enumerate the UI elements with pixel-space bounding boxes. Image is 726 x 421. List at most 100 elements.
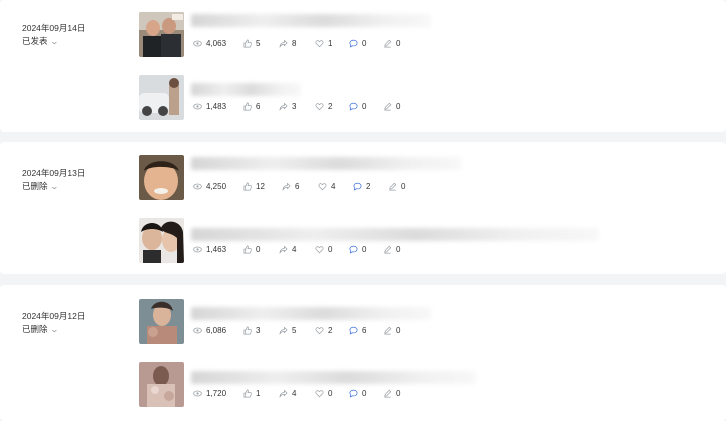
shares-count: 4	[292, 389, 297, 398]
pencil-icon	[384, 102, 392, 111]
shares-stat[interactable]: 3	[279, 102, 315, 111]
favorites-stat[interactable]: 2	[315, 326, 349, 335]
edits-stat[interactable]: 0	[388, 182, 418, 191]
thumbs-up-icon	[243, 245, 252, 254]
shares-count: 8	[292, 39, 297, 48]
post-date: 2024年09月13日	[22, 168, 86, 178]
shares-count: 4	[292, 245, 297, 254]
views-count: 6,086	[206, 326, 227, 335]
likes-stat[interactable]: 12	[243, 182, 282, 191]
post-date: 2024年09月14日	[22, 23, 86, 33]
status-dropdown[interactable]: 已删除 ⌄	[22, 323, 59, 335]
shares-count: 6	[295, 182, 300, 191]
favorites-count: 4	[331, 182, 336, 191]
post-item[interactable]: 1,483 6 3 2 0 0	[139, 75, 719, 121]
edits-count: 0	[401, 182, 406, 191]
favorites-stat[interactable]: 1	[315, 39, 349, 48]
share-icon	[279, 389, 288, 398]
shares-stat[interactable]: 4	[279, 245, 315, 254]
eye-icon	[193, 390, 202, 397]
post-item[interactable]: 1,463 0 4 0 0 0	[139, 218, 719, 264]
post-item[interactable]: 1,720 1 4 0 0 0	[139, 362, 719, 408]
post-item[interactable]: 4,250 12 6 4 2 0	[139, 155, 719, 201]
edits-stat[interactable]: 0	[383, 245, 413, 254]
eye-icon	[193, 103, 202, 110]
favorites-stat[interactable]: 0	[315, 389, 349, 398]
views-count: 4,250	[206, 182, 227, 191]
post-date: 2024年09月12日	[22, 311, 86, 321]
comments-stat[interactable]: 0	[349, 389, 383, 398]
post-title-redacted[interactable]	[191, 228, 599, 241]
thumbs-up-icon	[243, 389, 252, 398]
comments-count: 0	[362, 39, 367, 48]
edits-stat[interactable]: 0	[383, 389, 413, 398]
views-count: 4,063	[206, 39, 227, 48]
views-stat: 1,720	[193, 389, 243, 398]
edits-stat[interactable]: 0	[383, 326, 413, 335]
favorites-stat[interactable]: 0	[315, 245, 349, 254]
post-group: 2024年09月14日 已发表 ⌄ 4,063 5 8 1 0 0 1,483 …	[0, 0, 726, 132]
comments-stat[interactable]: 6	[349, 326, 383, 335]
post-group: 2024年09月13日 已删除 ⌄ 4,250 12 6 4 2 0 1,463…	[0, 142, 726, 274]
pencil-icon	[384, 326, 392, 335]
status-dropdown[interactable]: 已发表 ⌄	[22, 35, 59, 47]
comment-icon	[349, 245, 358, 254]
comments-stat[interactable]: 2	[353, 182, 388, 191]
heart-icon	[315, 327, 324, 335]
status-dropdown[interactable]: 已删除 ⌄	[22, 180, 59, 192]
comments-stat[interactable]: 0	[349, 39, 383, 48]
post-stats: 1,483 6 3 2 0 0	[193, 102, 413, 111]
eye-icon	[193, 246, 202, 253]
favorites-stat[interactable]: 4	[318, 182, 353, 191]
likes-stat[interactable]: 5	[243, 39, 279, 48]
post-thumbnail[interactable]	[139, 75, 184, 120]
post-title-redacted[interactable]	[191, 14, 431, 27]
shares-stat[interactable]: 8	[279, 39, 315, 48]
post-stats: 1,720 1 4 0 0 0	[193, 389, 413, 398]
edits-stat[interactable]: 0	[383, 102, 413, 111]
post-thumbnail[interactable]	[139, 155, 184, 200]
post-title-redacted[interactable]	[191, 371, 476, 384]
comments-count: 0	[362, 389, 367, 398]
post-title-redacted[interactable]	[191, 307, 431, 320]
favorites-stat[interactable]: 2	[315, 102, 349, 111]
post-stats: 6,086 3 5 2 6 0	[193, 326, 413, 335]
shares-stat[interactable]: 4	[279, 389, 315, 398]
edits-count: 0	[396, 245, 401, 254]
views-stat: 4,063	[193, 39, 243, 48]
comments-stat[interactable]: 0	[349, 245, 383, 254]
post-item[interactable]: 6,086 3 5 2 6 0	[139, 299, 719, 345]
likes-count: 0	[256, 245, 261, 254]
post-thumbnail[interactable]	[139, 362, 184, 407]
views-count: 1,463	[206, 245, 227, 254]
shares-stat[interactable]: 6	[282, 182, 318, 191]
views-count: 1,720	[206, 389, 227, 398]
comment-icon	[349, 39, 358, 48]
edits-count: 0	[396, 326, 401, 335]
eye-icon	[193, 40, 202, 47]
edits-stat[interactable]: 0	[383, 39, 413, 48]
shares-count: 3	[292, 102, 297, 111]
post-title-redacted[interactable]	[191, 83, 301, 96]
post-thumbnail[interactable]	[139, 218, 184, 263]
likes-count: 1	[256, 389, 261, 398]
comment-icon	[349, 389, 358, 398]
favorites-count: 0	[328, 245, 333, 254]
shares-stat[interactable]: 5	[279, 326, 315, 335]
post-thumbnail[interactable]	[139, 299, 184, 344]
post-thumbnail[interactable]	[139, 12, 184, 57]
likes-stat[interactable]: 3	[243, 326, 279, 335]
likes-stat[interactable]: 6	[243, 102, 279, 111]
likes-stat[interactable]: 0	[243, 245, 279, 254]
views-stat: 4,250	[193, 182, 243, 191]
thumbs-up-icon	[243, 39, 252, 48]
post-stats: 4,250 12 6 4 2 0	[193, 182, 418, 191]
favorites-count: 2	[328, 326, 333, 335]
post-title-redacted[interactable]	[191, 157, 461, 170]
chevron-down-icon: ⌄	[49, 182, 59, 191]
likes-stat[interactable]: 1	[243, 389, 279, 398]
post-item[interactable]: 4,063 5 8 1 0 0	[139, 12, 719, 58]
comments-stat[interactable]: 0	[349, 102, 383, 111]
chevron-down-icon: ⌄	[49, 37, 59, 46]
share-icon	[279, 245, 288, 254]
